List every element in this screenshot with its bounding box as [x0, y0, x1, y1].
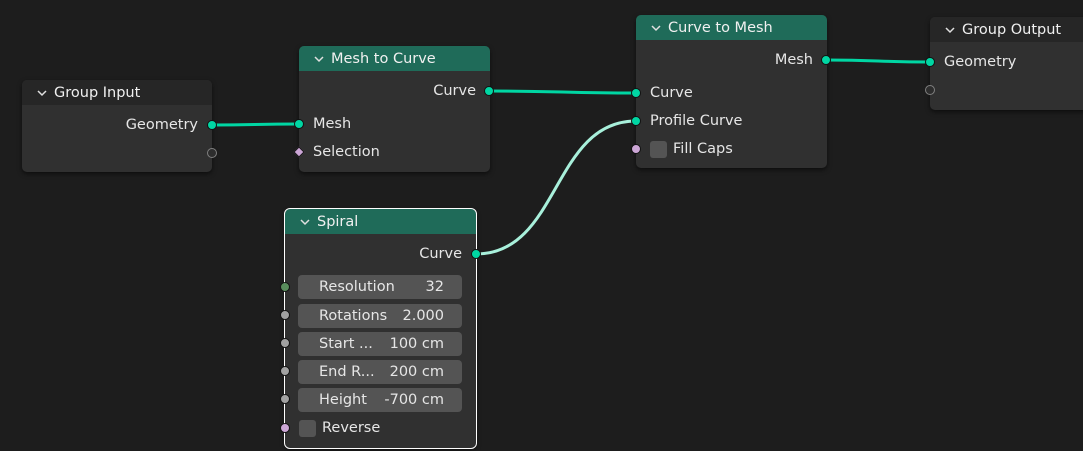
fill-caps-checkbox[interactable] — [650, 140, 667, 158]
curve-input-socket[interactable] — [631, 88, 641, 98]
spiral-curve-output-socket[interactable] — [471, 249, 481, 259]
mesh-input-socket[interactable] — [294, 119, 304, 129]
fill-caps-label: Fill Caps — [673, 141, 733, 157]
profile-curve-input-socket[interactable] — [631, 116, 641, 126]
rotations-input-socket[interactable] — [280, 310, 290, 320]
curve-to-mesh-node[interactable]: Curve to Mesh Mesh Curve Profile Curve F… — [631, 15, 831, 168]
mesh-output-socket[interactable] — [821, 55, 831, 65]
link-group-input-to-mesh-to-curve[interactable] — [211, 122, 300, 127]
height-input-socket[interactable] — [280, 394, 290, 404]
socket-label: Geometry — [944, 54, 1017, 70]
field-label: Start ... — [319, 336, 373, 352]
field-label: Rotations — [319, 308, 388, 324]
socket-label: Mesh — [774, 52, 813, 68]
field-value: 32 — [425, 279, 444, 295]
fill-caps-input-socket[interactable] — [631, 144, 641, 154]
field-label: End R... — [319, 364, 375, 380]
spiral-curve-output-row: Curve — [285, 243, 476, 265]
empty-output-socket[interactable] — [207, 148, 217, 158]
socket-label: Curve — [433, 83, 476, 99]
socket-label: Profile Curve — [650, 113, 743, 129]
socket-label: Geometry — [125, 117, 198, 133]
link-curve-to-mesh-to-group-output[interactable] — [825, 58, 931, 64]
mesh-output-row: Mesh — [636, 49, 827, 71]
field-value: 2.000 — [402, 308, 444, 324]
curve-input-row: Curve — [636, 82, 827, 104]
reverse-label: Reverse — [322, 420, 381, 436]
mesh-to-curve-title: Mesh to Curve — [331, 50, 436, 67]
socket-label: Mesh — [313, 116, 352, 132]
group-output-header[interactable]: Group Output — [930, 17, 1083, 42]
mesh-input-row: Mesh — [299, 113, 490, 135]
link-spiral-to-profile-curve[interactable] — [475, 119, 637, 256]
empty-input-socket[interactable] — [925, 85, 935, 95]
chevron-down-icon[interactable] — [650, 22, 662, 34]
curve-output-row: Curve — [299, 80, 490, 102]
height-field[interactable]: Height -700 cm — [298, 388, 462, 412]
fill-caps-row: Fill Caps — [636, 138, 827, 160]
spiral-node[interactable]: Spiral Curve Resolution 32 Rotations 2.0… — [280, 208, 481, 449]
link-mesh-to-curve-to-curve-to-mesh[interactable] — [488, 89, 637, 95]
socket-label: Curve — [419, 246, 462, 262]
group-input-node[interactable]: Group Input Geometry — [22, 80, 217, 172]
reverse-checkbox[interactable] — [299, 419, 316, 437]
group-output-title: Group Output — [962, 21, 1062, 38]
reverse-row: Reverse — [285, 417, 476, 439]
rotations-field[interactable]: Rotations 2.000 — [298, 304, 462, 328]
start-radius-field[interactable]: Start ... 100 cm — [298, 332, 462, 356]
resolution-input-socket[interactable] — [280, 282, 290, 292]
curve-output-socket[interactable] — [484, 86, 494, 96]
socket-label: Curve — [650, 85, 693, 101]
end-radius-field[interactable]: End R... 200 cm — [298, 360, 462, 384]
chevron-down-icon[interactable] — [313, 53, 325, 65]
spiral-header[interactable]: Spiral — [285, 209, 476, 234]
geometry-output-socket[interactable] — [207, 120, 217, 130]
curve-to-mesh-title: Curve to Mesh — [668, 19, 773, 36]
field-value: 100 cm — [389, 336, 444, 352]
selection-input-row: Selection — [299, 141, 490, 163]
field-label: Resolution — [319, 279, 395, 295]
start-radius-input-socket[interactable] — [280, 338, 290, 348]
curve-to-mesh-header[interactable]: Curve to Mesh — [636, 15, 827, 40]
group-input-title: Group Input — [54, 84, 141, 101]
field-label: Height — [319, 392, 367, 408]
group-input-geometry-output: Geometry — [22, 114, 212, 136]
group-input-header[interactable]: Group Input — [22, 80, 212, 105]
end-radius-input-socket[interactable] — [280, 366, 290, 376]
mesh-to-curve-header[interactable]: Mesh to Curve — [299, 46, 490, 71]
socket-label: Selection — [313, 144, 380, 160]
profile-curve-input-row: Profile Curve — [636, 110, 827, 132]
node-links — [211, 58, 931, 256]
chevron-down-icon[interactable] — [36, 87, 48, 99]
chevron-down-icon[interactable] — [299, 216, 311, 228]
mesh-to-curve-node[interactable]: Mesh to Curve Curve Mesh Selection — [293, 46, 494, 172]
geometry-input-socket[interactable] — [925, 57, 935, 67]
group-output-node[interactable]: Group Output Geometry — [925, 17, 1083, 110]
geometry-input-row: Geometry — [930, 51, 1083, 73]
spiral-title: Spiral — [317, 213, 359, 230]
field-value: 200 cm — [389, 364, 444, 380]
field-value: -700 cm — [384, 392, 444, 408]
resolution-field[interactable]: Resolution 32 — [298, 275, 462, 299]
reverse-input-socket[interactable] — [280, 423, 290, 433]
chevron-down-icon[interactable] — [944, 24, 956, 36]
